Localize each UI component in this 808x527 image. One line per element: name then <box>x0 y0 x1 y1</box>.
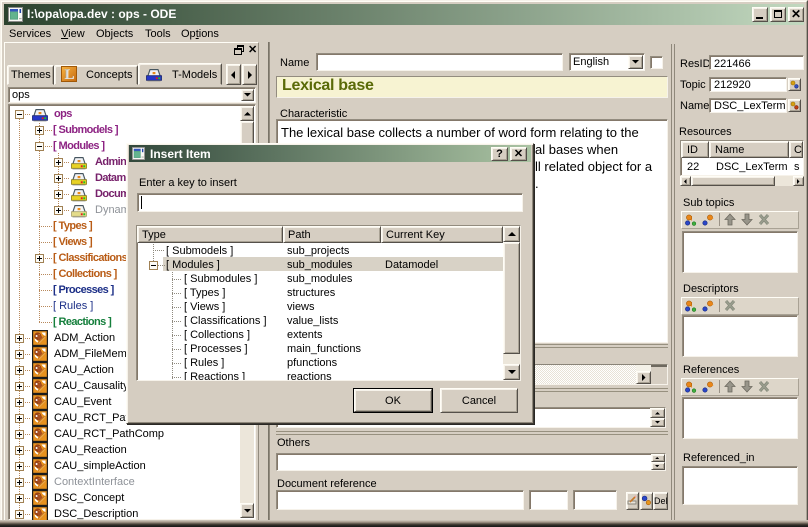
svg-text:L: L <box>64 67 74 82</box>
